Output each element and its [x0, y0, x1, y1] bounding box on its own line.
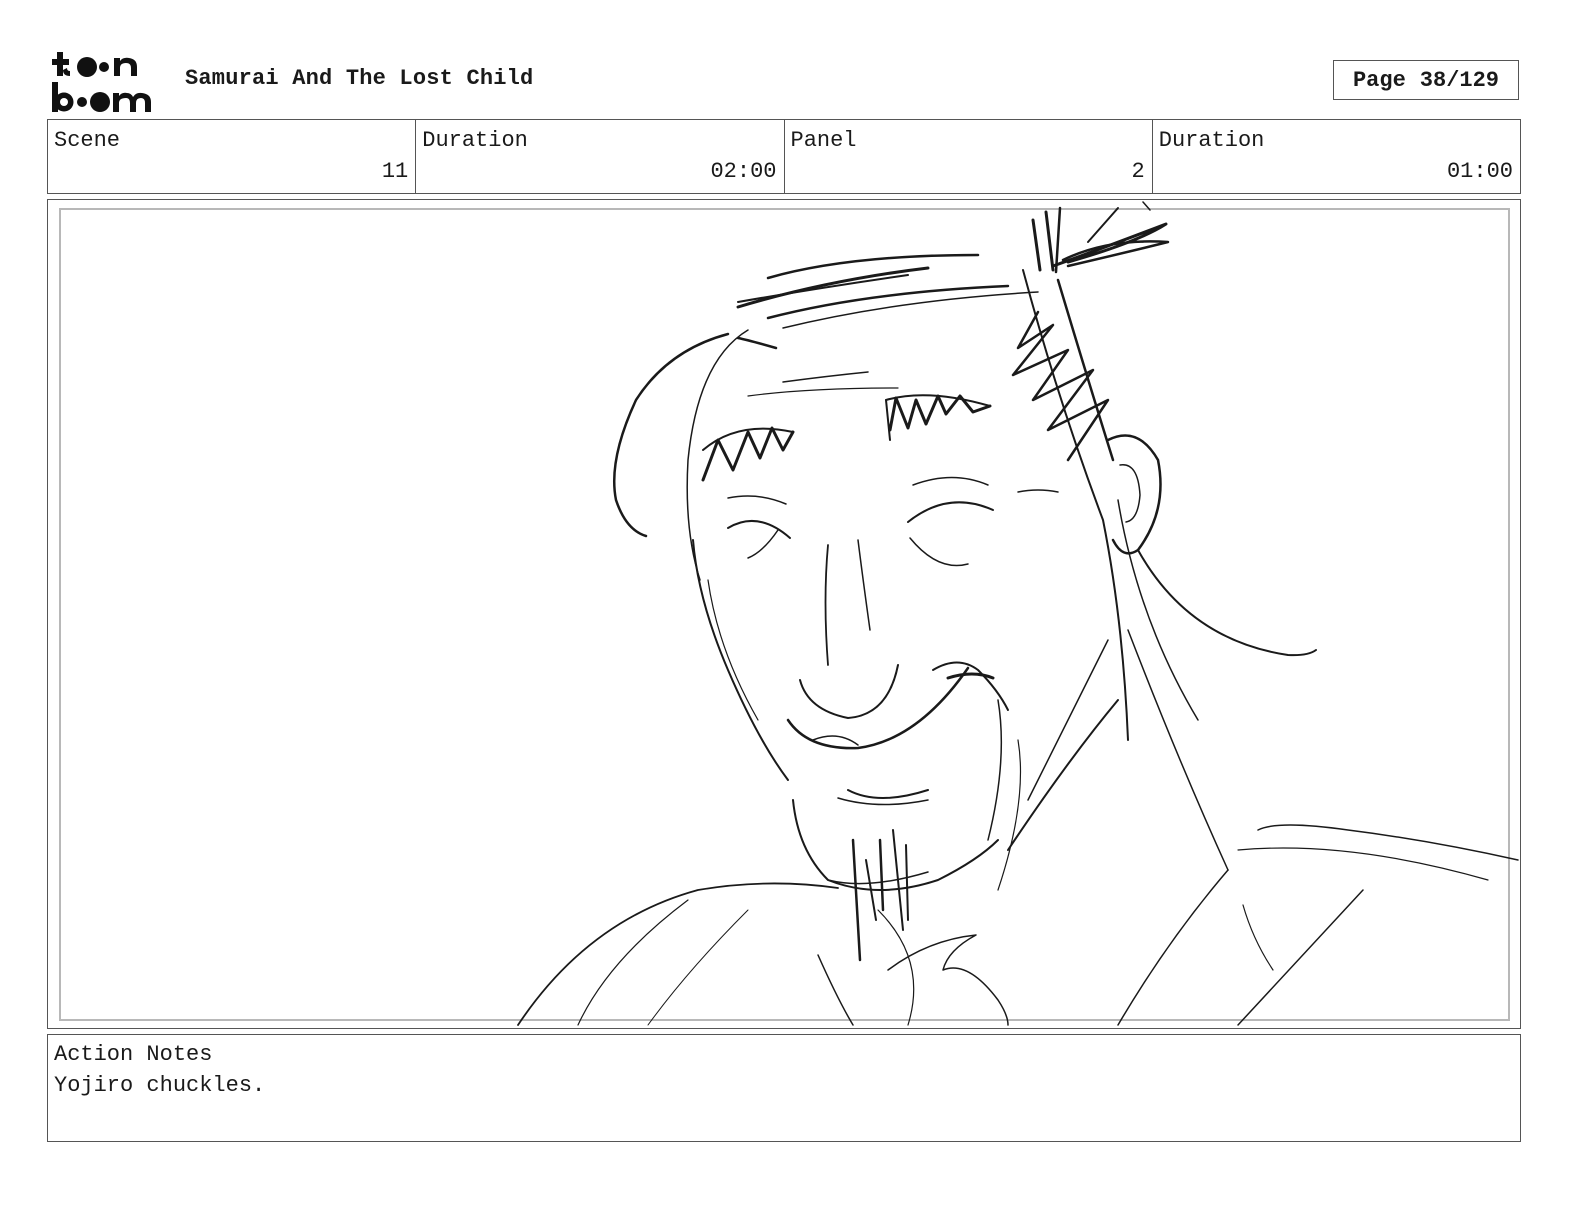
panel-duration-label: Duration [1158, 128, 1265, 153]
action-notes-text: Yojiro chuckles. [54, 1073, 266, 1098]
scene-value: 11 [381, 159, 409, 184]
page-number: 38/129 [1419, 67, 1500, 93]
page-indicator: Page 38/129 [1333, 60, 1519, 100]
scene-label: Scene [54, 128, 121, 153]
panel-value: 2 [1131, 159, 1145, 184]
panel-cell: Panel 2 [785, 120, 1153, 193]
project-title: Samurai And The Lost Child [185, 66, 534, 91]
panel-duration-value: 01:00 [1446, 159, 1513, 184]
toonboom-logo [52, 52, 151, 112]
scene-duration-cell: Duration 02:00 [416, 120, 785, 193]
scene-cell: Scene 11 [48, 120, 417, 193]
action-notes: Action Notes Yojiro chuckles. [47, 1034, 1521, 1142]
action-notes-label: Action Notes [54, 1042, 213, 1067]
page-label: Page [1352, 67, 1406, 93]
scene-duration-label: Duration [422, 128, 528, 153]
panel-label: Panel [790, 128, 857, 153]
scene-duration-value: 02:00 [710, 159, 777, 184]
panel-duration-cell: Duration 01:00 [1153, 120, 1520, 193]
character-sketch [517, 201, 1519, 1026]
storyboard-panel [47, 199, 1521, 1029]
scene-info-row: Scene 11 Duration 02:00 Panel 2 Duration… [47, 119, 1521, 194]
